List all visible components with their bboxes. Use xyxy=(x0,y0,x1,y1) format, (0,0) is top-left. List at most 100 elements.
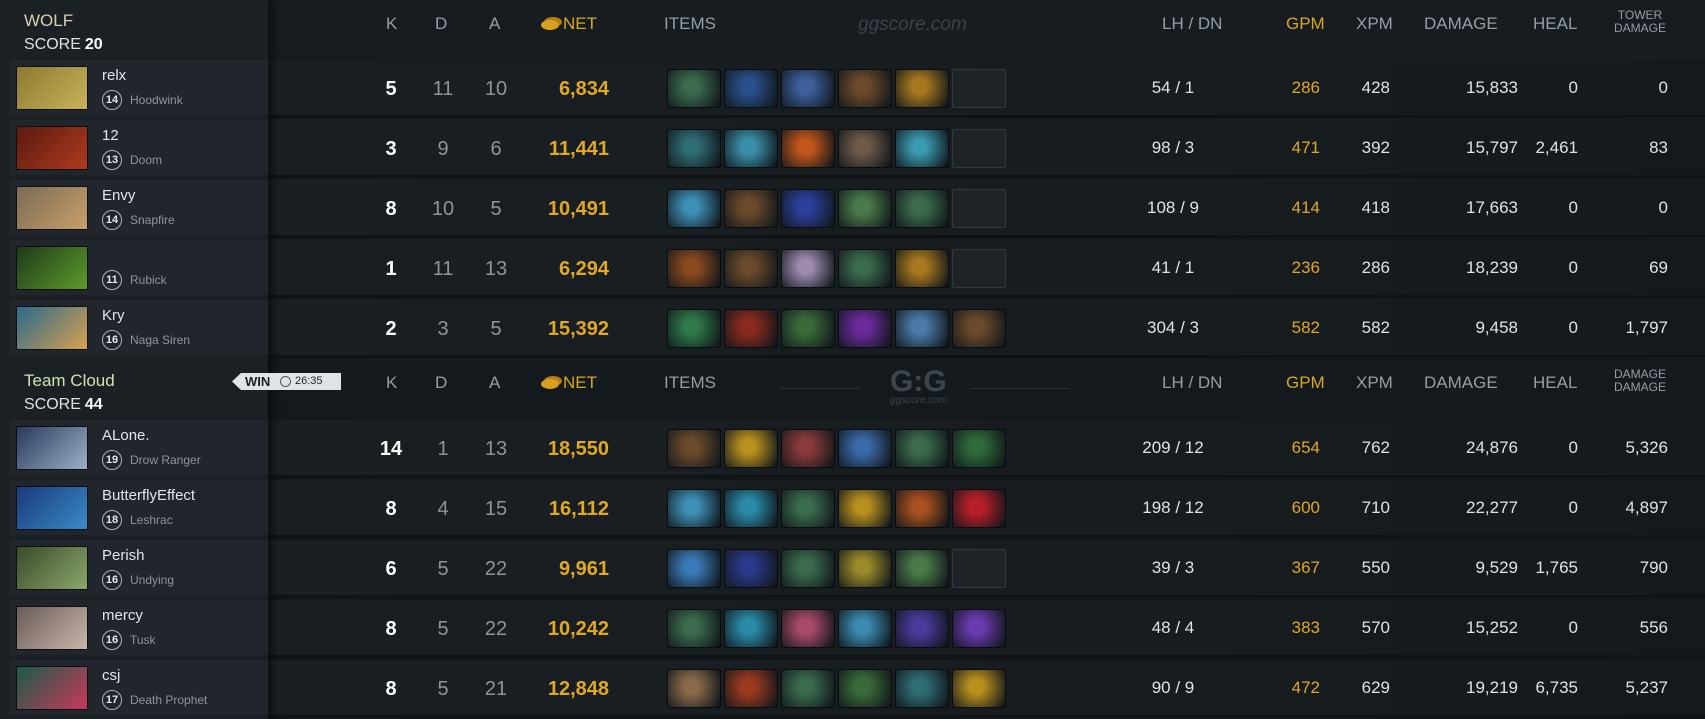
hero-level-badge: 13 xyxy=(102,150,122,170)
gpm: 654 xyxy=(1291,438,1320,457)
player-card[interactable]: ALone. 19 Drow Ranger xyxy=(10,420,268,475)
item-icon[interactable] xyxy=(667,669,721,708)
hero-portrait xyxy=(16,186,88,230)
item-icon[interactable] xyxy=(667,549,721,588)
item-icon[interactable] xyxy=(838,249,892,288)
hero-level-badge: 17 xyxy=(102,690,122,710)
item-icon[interactable] xyxy=(724,249,778,288)
item-icon[interactable] xyxy=(838,189,892,228)
item-icon[interactable] xyxy=(781,669,835,708)
tower-damage: 5,326 xyxy=(1625,438,1668,457)
item-icon[interactable] xyxy=(781,69,835,108)
item-icon[interactable] xyxy=(838,129,892,168)
item-icon[interactable] xyxy=(724,609,778,648)
assists: 22 xyxy=(484,618,508,640)
player-card[interactable]: Envy 14 Snapfire xyxy=(10,180,268,235)
result-label: WIN xyxy=(245,374,271,389)
item-icon[interactable] xyxy=(781,189,835,228)
item-icon[interactable] xyxy=(952,309,1006,348)
item-icon[interactable] xyxy=(724,189,778,228)
kills: 2 xyxy=(385,318,397,340)
player-name[interactable]: ButterflyEffect xyxy=(102,487,195,504)
player-name[interactable]: Envy xyxy=(102,187,135,204)
item-icon[interactable] xyxy=(724,489,778,528)
player-name[interactable]: ALone. xyxy=(102,427,150,444)
item-icon[interactable] xyxy=(895,549,949,588)
hero-level-badge: 18 xyxy=(102,510,122,530)
item-icon[interactable] xyxy=(895,189,949,228)
item-icon[interactable] xyxy=(667,489,721,528)
item-icon[interactable] xyxy=(724,429,778,468)
item-icon[interactable] xyxy=(667,429,721,468)
player-name[interactable]: 12 xyxy=(102,127,119,144)
item-icon[interactable] xyxy=(667,129,721,168)
item-icon[interactable] xyxy=(781,549,835,588)
net-worth: 15,392 xyxy=(547,318,609,340)
item-icon[interactable] xyxy=(895,609,949,648)
player-stats-row: 8 5 22 10,242 48 / 4 383 570 15,252 0 556 xyxy=(268,600,1705,658)
player-name[interactable]: Perish xyxy=(102,547,145,564)
net-worth: 18,550 xyxy=(547,438,609,460)
item-icon[interactable] xyxy=(895,489,949,528)
item-icon[interactable] xyxy=(895,129,949,168)
item-icon[interactable] xyxy=(952,429,1006,468)
item-icon[interactable] xyxy=(781,489,835,528)
item-icon[interactable] xyxy=(667,309,721,348)
col-heal: HEAL xyxy=(1533,14,1578,33)
team-2-name: Team Cloud xyxy=(24,371,115,390)
xpm: 570 xyxy=(1361,618,1390,637)
item-icon[interactable] xyxy=(838,489,892,528)
gpm: 383 xyxy=(1291,618,1320,637)
item-icon[interactable] xyxy=(895,429,949,468)
player-name[interactable]: Kry xyxy=(102,307,125,324)
item-icon[interactable] xyxy=(667,249,721,288)
gpm: 236 xyxy=(1291,258,1320,277)
item-icon[interactable] xyxy=(952,669,1006,708)
item-icon[interactable] xyxy=(838,429,892,468)
xpm: 428 xyxy=(1361,78,1390,97)
player-name[interactable]: csj xyxy=(102,667,120,684)
item-icon[interactable] xyxy=(667,69,721,108)
item-icon[interactable] xyxy=(838,669,892,708)
item-icon[interactable] xyxy=(895,249,949,288)
gpm: 367 xyxy=(1291,558,1320,577)
item-icon[interactable] xyxy=(724,309,778,348)
player-card[interactable]: Kry 16 Naga Siren xyxy=(10,300,268,355)
item-icon[interactable] xyxy=(895,69,949,108)
item-icon[interactable] xyxy=(895,309,949,348)
player-card[interactable]: 11 Rubick xyxy=(10,240,268,295)
player-name[interactable]: mercy xyxy=(102,607,143,624)
item-icon[interactable] xyxy=(952,489,1006,528)
item-icon[interactable] xyxy=(781,429,835,468)
item-icon[interactable] xyxy=(895,669,949,708)
item-icon[interactable] xyxy=(838,69,892,108)
team-1-name: WOLF xyxy=(24,11,74,30)
item-icon[interactable] xyxy=(838,609,892,648)
xpm: 629 xyxy=(1361,678,1390,697)
team-sidebar: WOLF SCORE 20 Team Cloud SCORE 44 relx 14 Ho… xyxy=(0,0,268,719)
player-card[interactable]: mercy 16 Tusk xyxy=(10,600,268,655)
item-icon[interactable] xyxy=(724,69,778,108)
item-icon[interactable] xyxy=(724,549,778,588)
item-icon[interactable] xyxy=(724,129,778,168)
item-icon[interactable] xyxy=(667,609,721,648)
player-card[interactable]: Perish 16 Undying xyxy=(10,540,268,595)
item-icon[interactable] xyxy=(952,609,1006,648)
item-icon[interactable] xyxy=(838,309,892,348)
player-card[interactable]: ButterflyEffect 18 Leshrac xyxy=(10,480,268,535)
player-card[interactable]: relx 14 Hoodwink xyxy=(10,60,268,115)
kills: 8 xyxy=(385,618,397,640)
item-icon[interactable] xyxy=(781,309,835,348)
player-stats-row: 1 11 13 6,294 41 / 1 236 286 18,239 0 69 xyxy=(268,240,1705,298)
player-name[interactable]: relx xyxy=(102,67,126,84)
item-icon[interactable] xyxy=(781,129,835,168)
healing: 0 xyxy=(1568,618,1578,637)
item-icon[interactable] xyxy=(781,249,835,288)
item-icon[interactable] xyxy=(838,549,892,588)
player-card[interactable]: 12 13 Doom xyxy=(10,120,268,175)
item-icon[interactable] xyxy=(724,669,778,708)
item-icon[interactable] xyxy=(781,609,835,648)
player-card[interactable]: csj 17 Death Prophet xyxy=(10,660,268,715)
xpm: 392 xyxy=(1361,138,1390,157)
item-icon[interactable] xyxy=(667,189,721,228)
